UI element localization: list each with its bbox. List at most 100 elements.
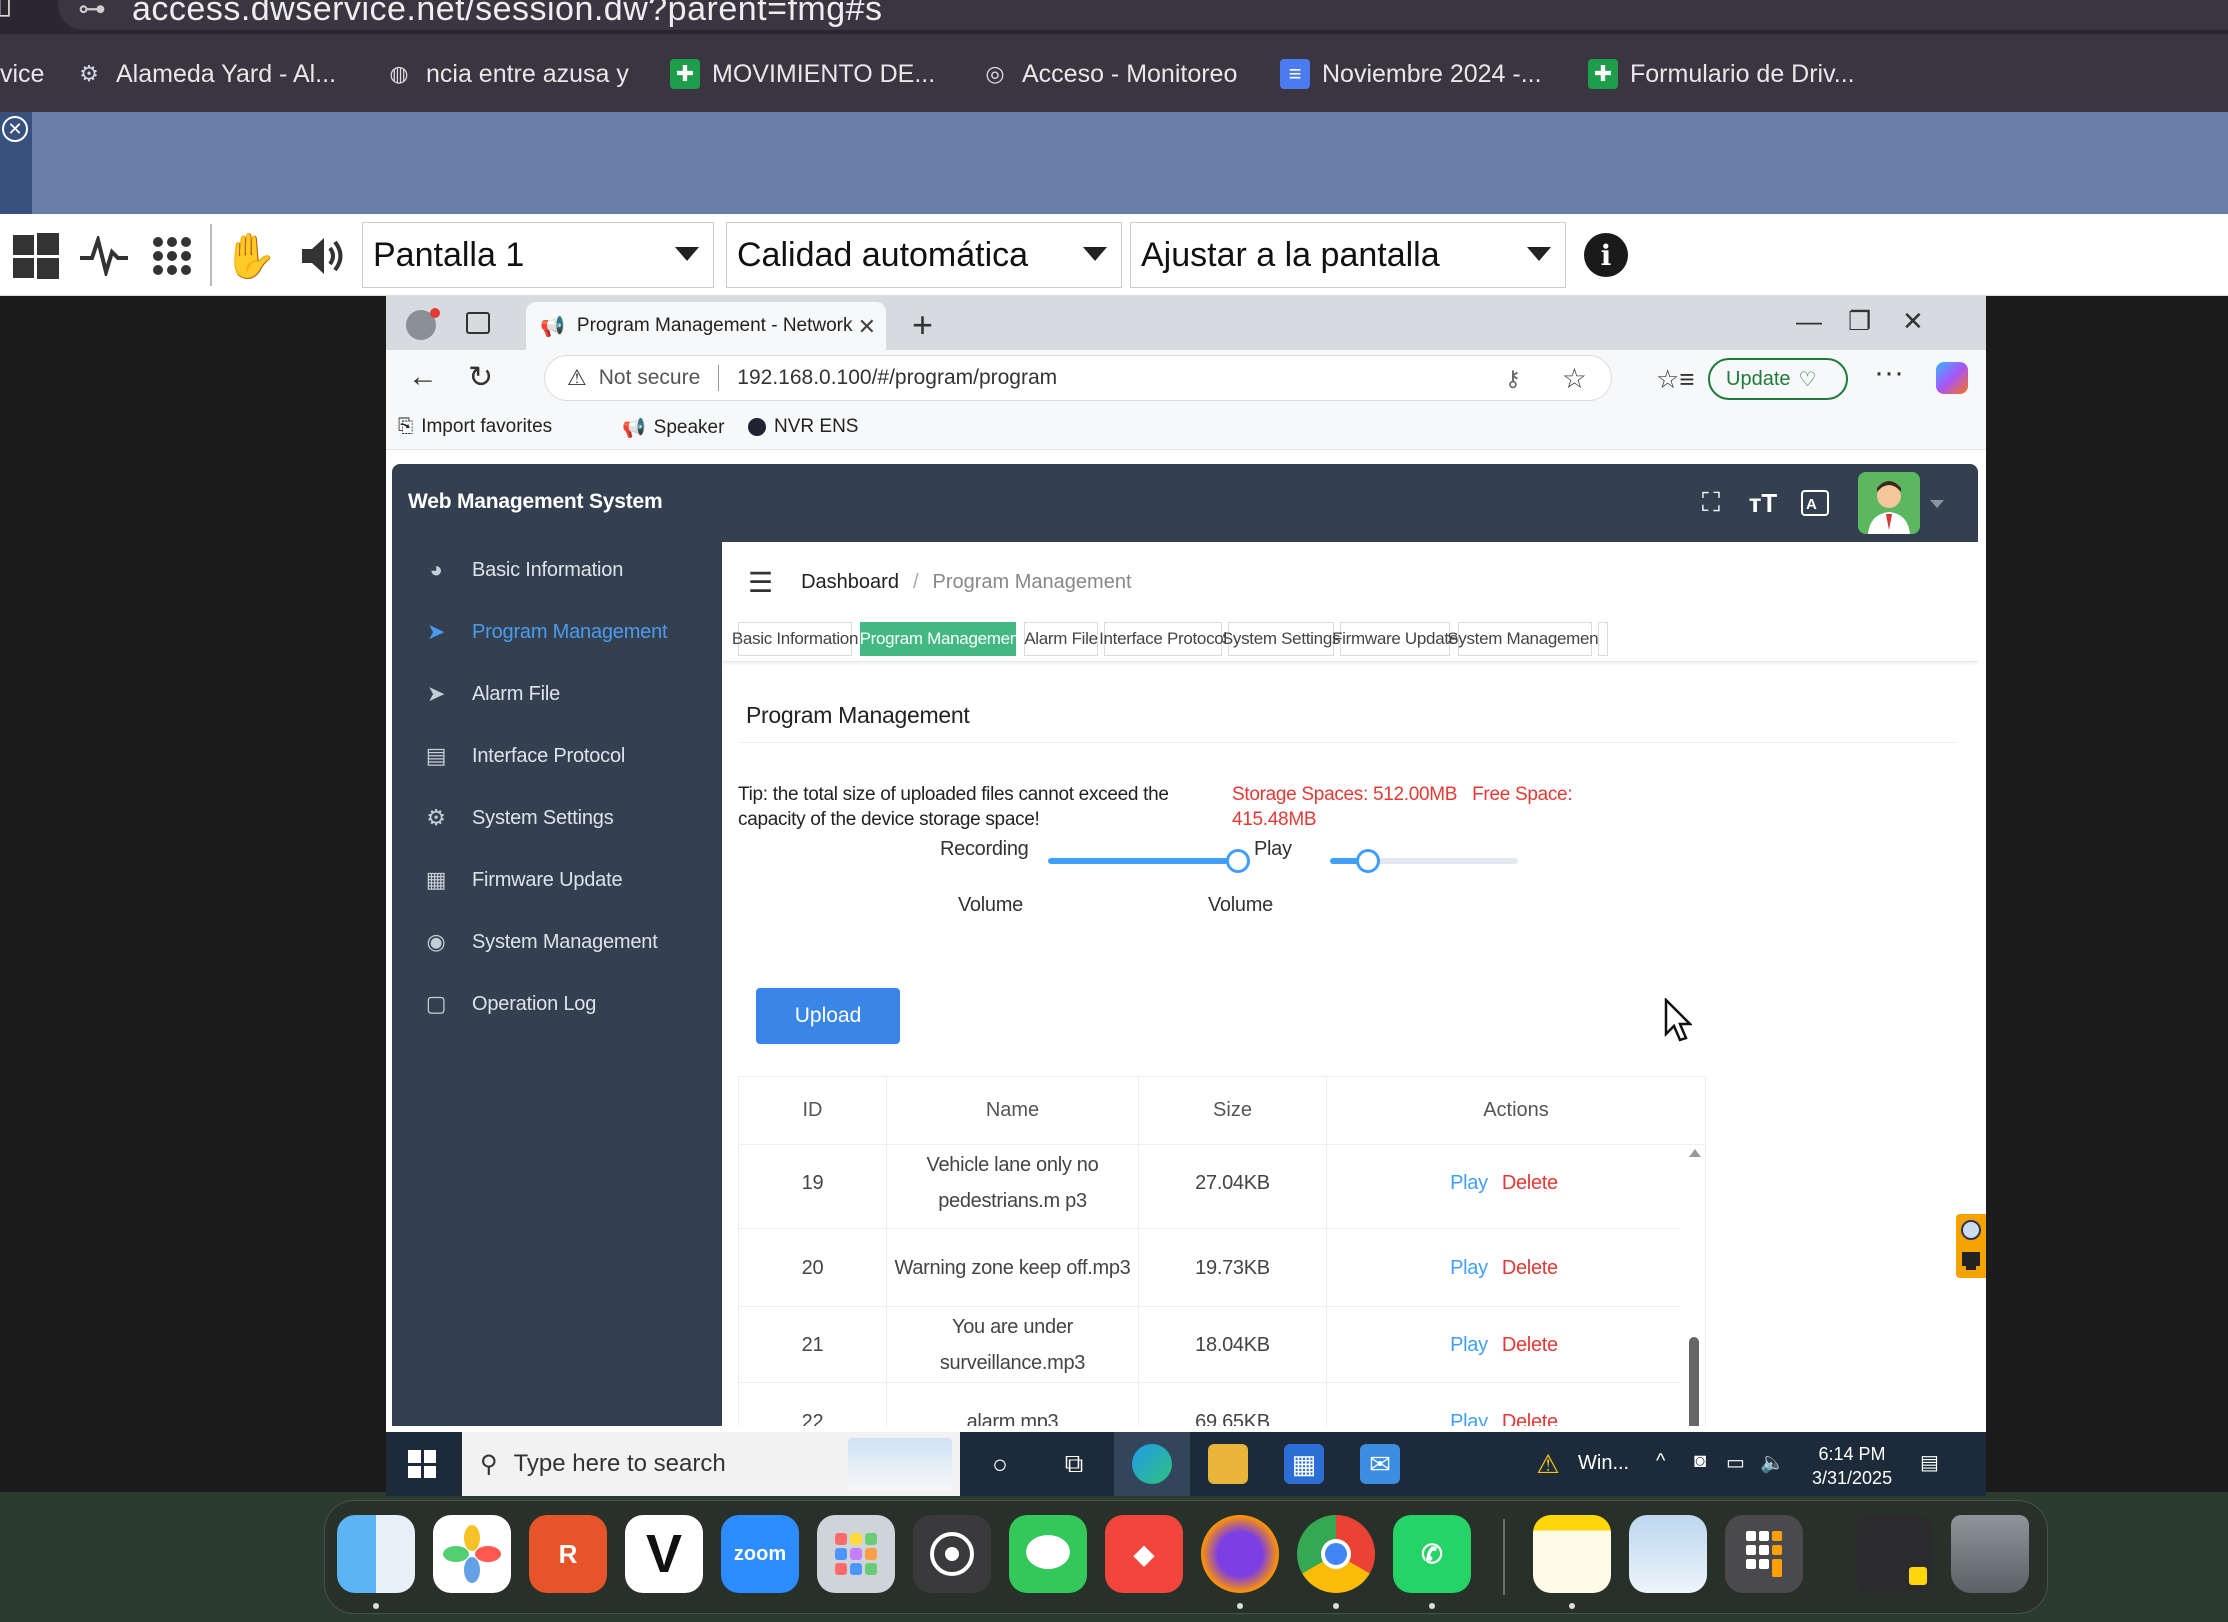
upload-button[interactable]: Upload (756, 988, 900, 1044)
edge-icon[interactable] (1132, 1444, 1172, 1484)
fullscreen-icon[interactable]: ⛶ (1694, 486, 1728, 520)
language-icon[interactable]: A (1798, 486, 1832, 520)
tab-actions-icon[interactable] (466, 312, 490, 334)
avatar[interactable] (1858, 472, 1920, 534)
firefox-icon[interactable] (1201, 1515, 1279, 1593)
delete-button[interactable]: Delete (1502, 1250, 1558, 1286)
chrome-icon[interactable] (1297, 1515, 1375, 1593)
close-window-button[interactable]: ✕ (1902, 306, 1924, 337)
sidebar-item-alarm-file[interactable]: ➤ Alarm File (392, 666, 722, 722)
keypad-icon[interactable] (146, 230, 198, 282)
column-header-name[interactable]: Name (887, 1077, 1139, 1145)
finder-icon[interactable] (337, 1515, 415, 1593)
calculator-icon[interactable] (1725, 1515, 1803, 1593)
folder-icon[interactable] (1208, 1444, 1248, 1484)
store-icon[interactable]: ▦ (1284, 1444, 1324, 1484)
tab-overflow[interactable] (1598, 622, 1608, 656)
windows-key-icon[interactable] (10, 230, 62, 282)
task-view-icon[interactable]: ⧉ (1054, 1444, 1094, 1484)
url-field[interactable]: ⚠ Not secure 192.168.0.100/#/program/pro… (544, 355, 1612, 401)
scroll-up-icon[interactable] (1689, 1149, 1701, 1157)
column-header-actions[interactable]: Actions (1327, 1077, 1705, 1145)
chevron-up-icon[interactable]: ^ (1656, 1450, 1665, 1473)
mail-icon[interactable]: ✉ (1360, 1444, 1400, 1484)
screen-recorder-icon[interactable] (913, 1515, 991, 1593)
url-text[interactable]: 192.168.0.100/#/program/program (737, 366, 1057, 390)
activity-icon[interactable] (78, 230, 130, 282)
sidebar-icon[interactable]: ▯ (0, 0, 13, 21)
not-secure-label[interactable]: Not secure (599, 366, 701, 390)
restore-button[interactable]: ❐ (1848, 306, 1871, 337)
tab-basic-information[interactable]: Basic Information (732, 622, 858, 656)
zoom-icon[interactable]: zoom (721, 1515, 799, 1593)
r-app-icon[interactable]: R (529, 1515, 607, 1593)
delete-button[interactable]: Delete (1502, 1404, 1558, 1427)
preview-icon[interactable] (1629, 1515, 1707, 1593)
notifications-icon[interactable]: ▤ (1920, 1450, 1939, 1475)
recording-volume-slider[interactable] (1048, 849, 1250, 873)
more-icon[interactable]: ··· (1874, 356, 1904, 390)
tab-system-settings[interactable]: System Settings (1222, 622, 1340, 656)
new-tab-button[interactable]: + (912, 304, 933, 346)
anydesk-icon[interactable]: ◆ (1105, 1515, 1183, 1593)
table-scrollbar[interactable] (1683, 1145, 1705, 1426)
favorite-import[interactable]: ⎘ Import favorites (398, 416, 552, 438)
play-button[interactable]: Play (1450, 1404, 1488, 1427)
sidebar-item-system-management[interactable]: ◉ System Management (392, 914, 722, 970)
speaker-icon[interactable] (296, 230, 348, 282)
launchpad-icon[interactable] (817, 1515, 895, 1593)
cortana-icon[interactable]: ○ (980, 1444, 1020, 1484)
profile-icon[interactable] (406, 308, 440, 340)
update-button[interactable]: Update ♡ (1708, 358, 1848, 400)
warning-icon[interactable]: ⚠ (1528, 1444, 1568, 1484)
hand-icon[interactable]: ✋ (223, 230, 278, 282)
favorite-nvr[interactable]: NVR ENS (748, 416, 858, 438)
sidebar-item-basic-information[interactable]: ◕ Basic Information (392, 542, 722, 598)
photos-icon[interactable] (433, 1515, 511, 1593)
meet-icon[interactable]: ◙ (1694, 1450, 1706, 1473)
font-size-icon[interactable]: тT (1746, 486, 1780, 520)
favorite-speaker[interactable]: 📢 Speaker (622, 416, 724, 440)
back-icon[interactable]: ← (408, 360, 438, 394)
favorites-icon[interactable]: ☆≡ (1656, 364, 1694, 395)
copilot-icon[interactable] (1936, 362, 1968, 394)
sidebar-item-interface-protocol[interactable]: ▤ Interface Protocol (392, 728, 722, 784)
delete-button[interactable]: Delete (1502, 1327, 1558, 1363)
messages-icon[interactable] (1009, 1515, 1087, 1593)
fit-select[interactable]: Ajustar a la pantalla (1130, 222, 1566, 288)
key-icon[interactable]: ⚷ (1505, 366, 1521, 392)
minimized-window-icon[interactable] (1855, 1515, 1933, 1593)
whatsapp-icon[interactable]: ✆ (1393, 1515, 1471, 1593)
screen-select[interactable]: Pantalla 1 (362, 222, 714, 288)
column-header-id[interactable]: ID (739, 1077, 887, 1145)
sidebar-item-operation-log[interactable]: ▢ Operation Log (392, 976, 722, 1032)
sidebar-item-system-settings[interactable]: ⚙ System Settings (392, 790, 722, 846)
tab-program-management[interactable]: Program Management (860, 622, 1024, 656)
bookmark-item[interactable]: vice (0, 56, 44, 92)
hamburger-icon[interactable]: ☰ (748, 566, 773, 599)
dw-side-widget[interactable] (1956, 1214, 1986, 1278)
site-settings-icon[interactable]: ⊶ (78, 0, 106, 25)
slider-handle[interactable] (1226, 849, 1250, 873)
taskbar-search[interactable]: ⚲ Type here to search (462, 1432, 960, 1496)
windows-start-icon[interactable] (408, 1450, 436, 1478)
refresh-icon[interactable]: ↻ (468, 360, 493, 395)
quality-select[interactable]: Calidad automática (726, 222, 1122, 288)
star-icon[interactable]: ☆ (1562, 362, 1587, 395)
bookmark-item[interactable]: ⚙ Alameda Yard - Al... (74, 56, 336, 92)
notes-icon[interactable] (1533, 1515, 1611, 1593)
slider-handle[interactable] (1355, 849, 1380, 873)
bookmark-item[interactable]: ✚ MOVIMIENTO DE... (670, 56, 935, 92)
delete-button[interactable]: Delete (1502, 1165, 1558, 1201)
bookmark-item[interactable]: ✚ Formulario de Driv... (1588, 56, 1855, 92)
close-session-icon[interactable]: ✕ (2, 116, 28, 142)
play-button[interactable]: Play (1450, 1327, 1488, 1363)
minimize-button[interactable]: — (1796, 306, 1822, 337)
tab-alarm-file[interactable]: Alarm File (1024, 622, 1098, 656)
sidebar-item-program-management[interactable]: ➤ Program Management (392, 604, 722, 660)
tab-program-management[interactable]: 📢 Program Management - Network ✕ (526, 302, 886, 350)
weather-label[interactable]: Win... (1578, 1452, 1629, 1475)
mac-url-text[interactable]: access.dwservice.net/session.dw?parent=f… (132, 0, 883, 29)
scrollbar-thumb[interactable] (1689, 1337, 1699, 1426)
play-button[interactable]: Play (1450, 1250, 1488, 1286)
